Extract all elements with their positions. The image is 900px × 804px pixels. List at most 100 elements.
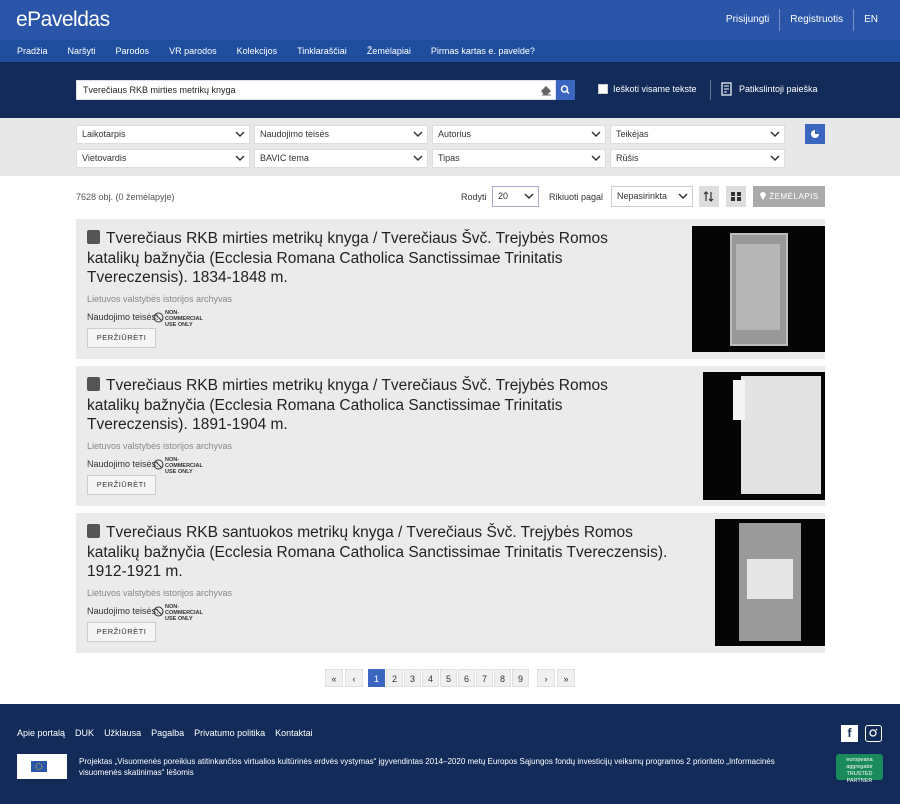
chevron-down-icon <box>235 131 245 138</box>
view-button[interactable]: PERŽIŪRĖTI <box>87 328 156 348</box>
sort-direction-button[interactable] <box>699 186 719 207</box>
filter-bavic-tema[interactable]: BAVIC tema <box>254 149 428 168</box>
nav-item-narsyti[interactable]: Naršyti <box>58 46 106 56</box>
page-size-select[interactable]: 20 <box>492 186 539 207</box>
result-organization: Lietuvos valstybės istorijos archyvas <box>87 588 233 598</box>
nav-item-vr-parodos[interactable]: VR parodos <box>159 46 227 56</box>
page-1[interactable]: 1 <box>368 669 385 687</box>
sort-value: Nepasirinkta <box>617 191 668 201</box>
login-link[interactable]: Prisijungti <box>716 0 779 40</box>
footer-link-kontaktai[interactable]: Kontaktai <box>275 728 313 738</box>
nav-item-tinklarasciai[interactable]: Tinklaraščiai <box>287 46 357 56</box>
nav-item-zemelapiai[interactable]: Žemėlapiai <box>357 46 421 56</box>
register-link[interactable]: Registruotis <box>780 0 853 40</box>
footer-link-privatumas[interactable]: Privatumo politika <box>194 728 265 738</box>
nav-item-pradzia[interactable]: Pradžia <box>7 46 58 56</box>
document-search-icon[interactable] <box>721 82 733 96</box>
filter-label: BAVIC tema <box>260 153 309 163</box>
grid-icon <box>731 192 741 201</box>
result-thumbnail[interactable] <box>715 519 825 646</box>
filter-naudojimo-teises[interactable]: Naudojimo teisės <box>254 125 428 144</box>
grid-view-button[interactable] <box>726 186 746 207</box>
page-7[interactable]: 7 <box>476 669 493 687</box>
footer-link-pagalba[interactable]: Pagalba <box>151 728 184 738</box>
sort-icon <box>703 191 714 202</box>
clear-icon[interactable] <box>539 83 553 97</box>
page-4[interactable]: 4 <box>422 669 439 687</box>
result-card: Tverečiaus RKB mirties metrikų knyga / T… <box>76 219 825 359</box>
result-title[interactable]: Tverečiaus RKB mirties metrikų knyga / T… <box>87 376 647 435</box>
site-logo[interactable]: ePaveldas <box>16 8 110 32</box>
filter-label: Vietovardis <box>82 153 127 163</box>
fulltext-label[interactable]: Ieškoti visame tekste <box>613 84 697 94</box>
footer-link-apie[interactable]: Apie portalą <box>17 728 65 738</box>
filter-autorius[interactable]: Autorius <box>432 125 606 144</box>
result-title-text[interactable]: Tverečiaus RKB mirties metrikų knyga / T… <box>87 230 608 286</box>
sort-select[interactable]: Nepasirinkta <box>611 186 693 207</box>
filter-label: Teikėjas <box>616 129 649 139</box>
nav-item-parodos[interactable]: Parodos <box>106 46 160 56</box>
filter-teikejas[interactable]: Teikėjas <box>610 125 785 144</box>
book-icon <box>87 524 100 538</box>
search-icon <box>560 85 570 95</box>
page-9[interactable]: 9 <box>512 669 529 687</box>
result-organization: Lietuvos valstybės istorijos archyvas <box>87 441 233 451</box>
search-button[interactable] <box>556 80 575 100</box>
instagram-icon[interactable] <box>865 725 882 742</box>
next-page-button[interactable]: › <box>537 669 555 687</box>
view-button[interactable]: PERŽIŪRĖTI <box>87 622 156 642</box>
nav-item-kolekcijos[interactable]: Kolekcijos <box>227 46 288 56</box>
result-title[interactable]: Tverečiaus RKB mirties metrikų knyga / T… <box>87 229 647 288</box>
result-title[interactable]: Tverečiaus RKB santuokos metrikų knyga /… <box>87 523 687 582</box>
page-8[interactable]: 8 <box>494 669 511 687</box>
first-page-button[interactable]: « <box>325 669 343 687</box>
language-switch[interactable]: EN <box>854 0 900 40</box>
nav-item-pirmas-kartas[interactable]: Pirmas kartas e. pavelde? <box>421 46 545 56</box>
filter-toggle-button[interactable] <box>805 124 825 144</box>
map-button[interactable]: ŽEMĖLAPIS <box>753 186 825 207</box>
footer-project-text: Projektas „Visuomenės poreikius atitinka… <box>79 757 775 777</box>
license-text: NON-COMMERCIAL USE ONLY <box>165 604 203 622</box>
chevron-down-icon <box>413 155 423 162</box>
filter-label: Naudojimo teisės <box>260 129 330 139</box>
page-6[interactable]: 6 <box>458 669 475 687</box>
advanced-search-link[interactable]: Patikslintoji paieška <box>739 84 818 94</box>
chevron-down-icon <box>591 131 601 138</box>
license-text: NON-COMMERCIAL USE ONLY <box>165 310 203 328</box>
fulltext-checkbox[interactable] <box>598 84 608 94</box>
rights-label: Naudojimo teisės: <box>87 312 159 322</box>
filter-rusis[interactable]: Rūšis <box>610 149 785 168</box>
page-2[interactable]: 2 <box>386 669 403 687</box>
book-icon <box>87 230 100 244</box>
last-page-button[interactable]: » <box>557 669 575 687</box>
result-thumbnail[interactable] <box>703 372 825 500</box>
license-text: NON-COMMERCIAL USE ONLY <box>165 457 203 475</box>
top-bar: ePaveldas Prisijungti Registruotis EN <box>0 0 900 40</box>
divider <box>710 80 711 100</box>
filter-label: Tipas <box>438 153 460 163</box>
rights-label: Naudojimo teisės: <box>87 606 159 616</box>
footer-link-uzklausa[interactable]: Užklausa <box>104 728 141 738</box>
filter-label: Rūšis <box>616 153 639 163</box>
filter-vietovardis[interactable]: Vietovardis <box>76 149 250 168</box>
result-title-text[interactable]: Tverečiaus RKB santuokos metrikų knyga /… <box>87 524 667 580</box>
footer <box>0 704 900 804</box>
map-button-label: ŽEMĖLAPIS <box>769 192 819 201</box>
result-title-text[interactable]: Tverečiaus RKB mirties metrikų knyga / T… <box>87 377 608 433</box>
footer-link-duk[interactable]: DUK <box>75 728 94 738</box>
search-input[interactable]: Tverečiaus RKB mirties metrikų knyga <box>76 80 556 100</box>
facebook-icon[interactable]: f <box>841 725 858 742</box>
page-5[interactable]: 5 <box>440 669 457 687</box>
filter-laikotarpis[interactable]: Laikotarpis <box>76 125 250 144</box>
page-3[interactable]: 3 <box>404 669 421 687</box>
result-organization: Lietuvos valstybės istorijos archyvas <box>87 294 233 304</box>
europeana-badge[interactable]: europeana aggregator TRUSTED PARTNER <box>836 754 883 784</box>
instagram-glyph <box>869 728 878 737</box>
filter-tipas[interactable]: Tipas <box>432 149 606 168</box>
non-commercial-icon <box>153 459 164 470</box>
result-card: Tverečiaus RKB santuokos metrikų knyga /… <box>76 513 825 653</box>
result-thumbnail[interactable] <box>692 226 825 352</box>
account-links: Prisijungti Registruotis EN <box>716 0 900 40</box>
view-button[interactable]: PERŽIŪRĖTI <box>87 475 156 495</box>
prev-page-button[interactable]: ‹ <box>345 669 363 687</box>
